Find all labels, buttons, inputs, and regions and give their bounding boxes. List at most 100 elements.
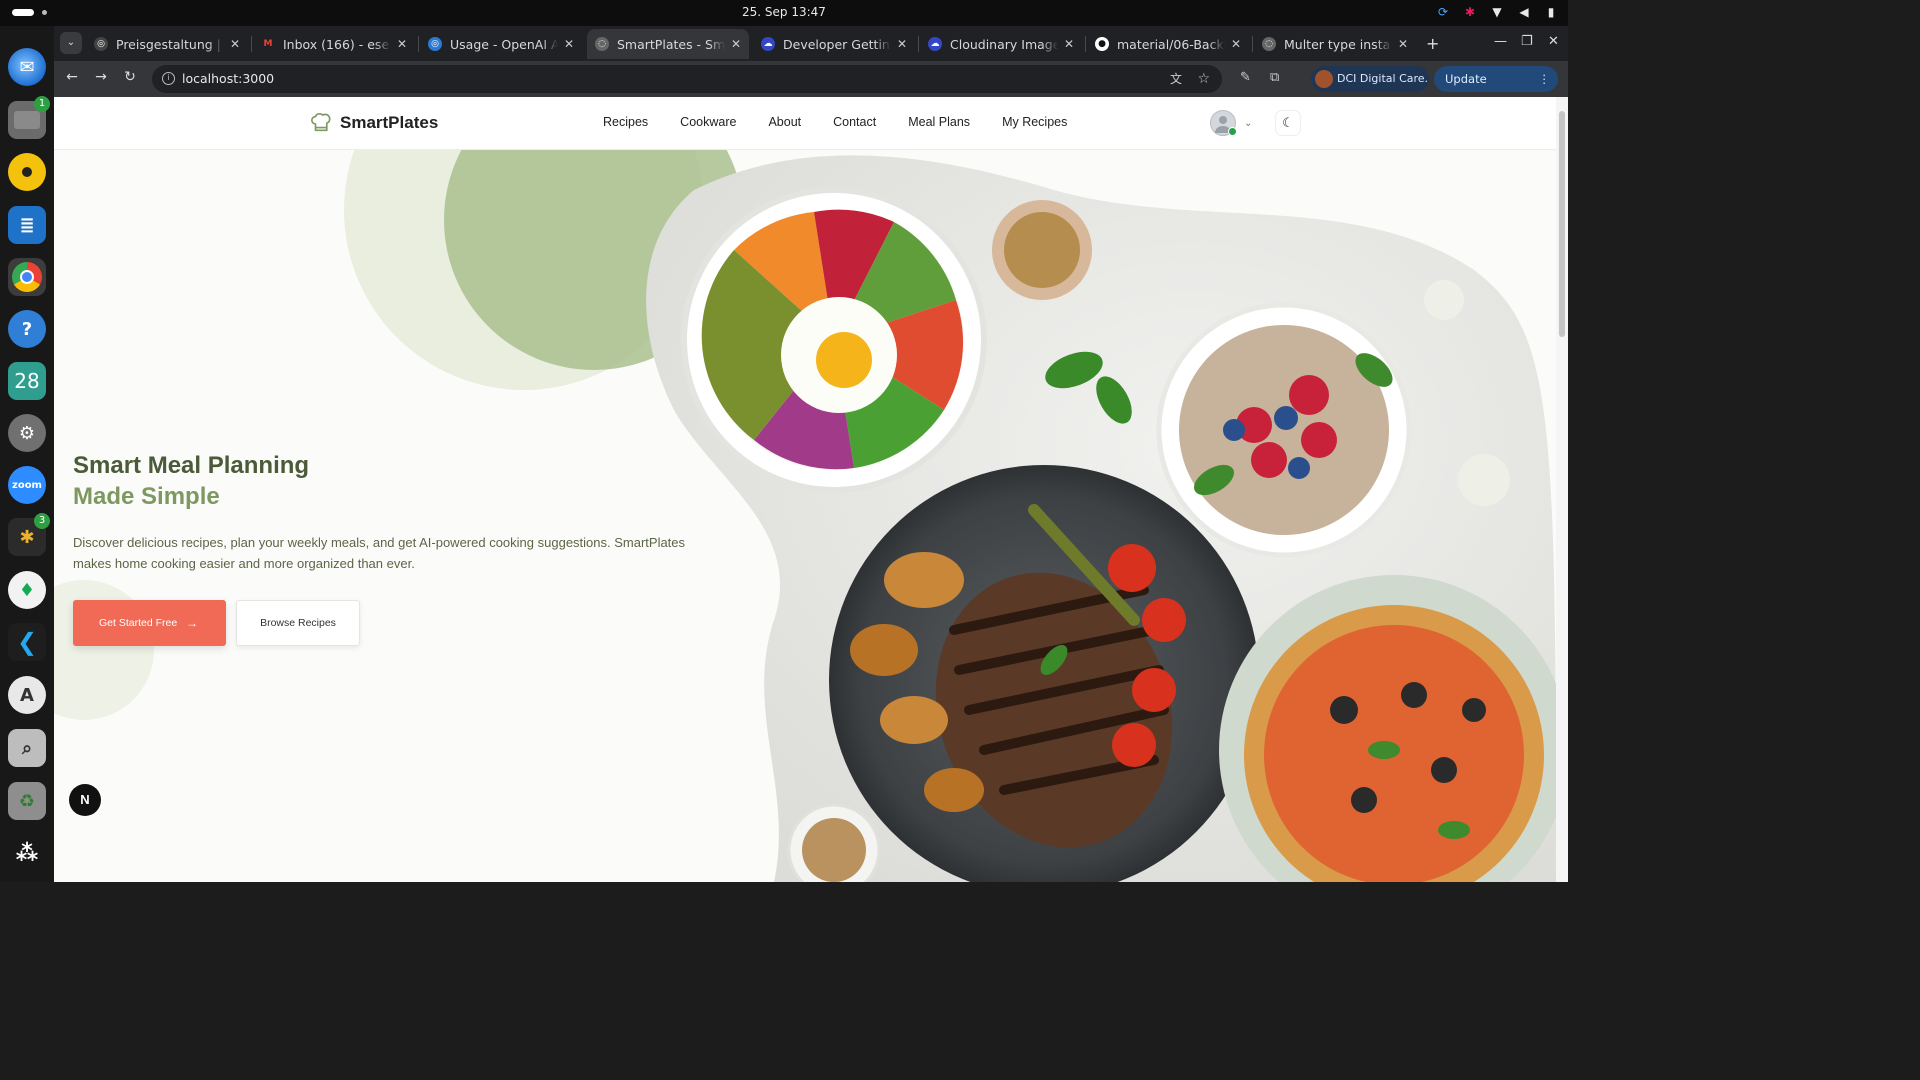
browser-tab[interactable]: ◎ Usage - OpenAI API ✕ bbox=[420, 29, 582, 59]
files-icon[interactable]: 1 bbox=[8, 96, 50, 139]
app-center-icon[interactable]: A bbox=[8, 676, 46, 714]
nav-recipes[interactable]: Recipes bbox=[603, 115, 648, 129]
nav-cookware[interactable]: Cookware bbox=[680, 115, 736, 129]
update-button[interactable]: Update abschließen ⋮ bbox=[1434, 66, 1558, 112]
hero-section: Smart Meal Planning Made Simple Discover… bbox=[54, 150, 1556, 882]
rhythmbox-icon[interactable] bbox=[8, 153, 46, 191]
close-tab-icon[interactable]: ✕ bbox=[230, 37, 240, 51]
bookmark-star-icon[interactable]: ☆ bbox=[1197, 65, 1210, 93]
browser-tab-active[interactable]: ◌ SmartPlates - Smart ✕ bbox=[587, 29, 749, 59]
browser-tab-strip: ⌄ ◎ Preisgestaltung | Op ✕ M Inbox (166)… bbox=[54, 26, 1568, 61]
chef-hat-icon bbox=[311, 113, 331, 132]
nav-meal-plans[interactable]: Meal Plans bbox=[908, 115, 970, 129]
back-icon[interactable]: ← bbox=[62, 69, 82, 85]
cloudinary-favicon-icon: ☁ bbox=[928, 37, 942, 51]
site-header: SmartPlates Recipes Cookware About Conta… bbox=[54, 97, 1556, 150]
browser-tab[interactable]: ● material/06-Backen ✕ bbox=[1087, 29, 1249, 59]
mongodb-compass-icon[interactable]: ♦ bbox=[8, 571, 46, 609]
sync-icon[interactable]: ⟳ bbox=[1436, 5, 1450, 19]
chrome-icon[interactable] bbox=[8, 258, 46, 296]
chevron-down-icon[interactable]: ⌄ bbox=[1244, 118, 1252, 129]
show-apps-icon[interactable]: ⁂ bbox=[8, 834, 46, 872]
brand-name: SmartPlates bbox=[340, 113, 439, 132]
writer-icon[interactable]: ≣ bbox=[8, 206, 46, 244]
system-tray[interactable]: ⟳ ✱ ▼ ◀ ▮ bbox=[1436, 5, 1558, 19]
vscode-icon[interactable]: ❮ bbox=[8, 623, 46, 661]
close-tab-icon[interactable]: ✕ bbox=[1398, 37, 1408, 51]
trash-icon[interactable]: ♻ bbox=[8, 782, 46, 820]
profile-chip[interactable]: DCI Digital Care... bbox=[1311, 66, 1429, 92]
get-started-button[interactable]: Get Started Free → bbox=[73, 600, 226, 646]
wifi-icon[interactable]: ▼ bbox=[1490, 5, 1504, 19]
eyedropper-extension-icon[interactable]: ✎ bbox=[1240, 70, 1251, 85]
main-menu: Recipes Cookware About Contact Meal Plan… bbox=[603, 115, 1067, 129]
kebab-menu-icon[interactable]: ⋮ bbox=[1539, 66, 1551, 92]
screenshot-icon[interactable]: ⌕ bbox=[8, 729, 46, 767]
openai-favicon-icon: ◎ bbox=[428, 37, 442, 51]
moon-icon: ☾ bbox=[1282, 116, 1294, 131]
clock[interactable]: 25. Sep 13:47 bbox=[0, 5, 1568, 19]
site-info-icon[interactable]: i bbox=[162, 72, 175, 85]
tab-divider bbox=[918, 36, 919, 52]
volume-icon[interactable]: ◀ bbox=[1517, 5, 1531, 19]
scrollbar-thumb[interactable] bbox=[1559, 111, 1565, 337]
hero-description: Discover delicious recipes, plan your we… bbox=[73, 535, 686, 571]
slack-tray-icon[interactable]: ✱ bbox=[1463, 5, 1477, 19]
slack-icon[interactable]: ✱ 3 bbox=[8, 513, 50, 556]
nav-about[interactable]: About bbox=[768, 115, 801, 129]
tab-divider bbox=[1085, 36, 1086, 52]
github-favicon-icon: ● bbox=[1095, 37, 1109, 51]
user-avatar[interactable] bbox=[1210, 110, 1237, 136]
translate-icon[interactable]: 文 bbox=[1170, 65, 1182, 93]
new-tab-icon[interactable]: + bbox=[1426, 34, 1439, 53]
browser-toolbar: ← → ↻ i localhost:3000 文 ☆ ✎ ⧉ DCI Digit… bbox=[54, 61, 1568, 112]
tab-divider bbox=[418, 36, 419, 52]
calendar-icon[interactable]: 28 bbox=[8, 362, 46, 400]
tab-divider bbox=[251, 36, 252, 52]
url-text: localhost:3000 bbox=[182, 71, 275, 86]
close-tab-icon[interactable]: ✕ bbox=[1231, 37, 1241, 51]
site-logo[interactable]: SmartPlates bbox=[310, 112, 438, 134]
close-tab-icon[interactable]: ✕ bbox=[397, 37, 407, 51]
settings-icon[interactable]: ⚙ bbox=[8, 414, 46, 452]
slack-badge: 3 bbox=[34, 513, 50, 529]
restore-icon[interactable]: ❐ bbox=[1521, 34, 1533, 49]
openai-favicon-icon: ◎ bbox=[94, 37, 108, 51]
nextjs-dev-badge[interactable]: N bbox=[69, 784, 101, 816]
gmail-favicon-icon: M bbox=[263, 39, 273, 49]
hero-title-line-1: Smart Meal Planning bbox=[73, 452, 310, 479]
browse-recipes-button[interactable]: Browse Recipes bbox=[236, 600, 360, 646]
address-bar[interactable]: i localhost:3000 文 ☆ bbox=[152, 65, 1222, 93]
zoom-icon[interactable]: zoom bbox=[8, 466, 46, 504]
dark-mode-toggle[interactable]: ☾ bbox=[1275, 110, 1301, 136]
page-scrollbar[interactable] bbox=[1556, 97, 1568, 882]
nav-my-recipes[interactable]: My Recipes bbox=[1002, 115, 1067, 129]
browser-tab[interactable]: ◎ Preisgestaltung | Op ✕ bbox=[86, 29, 248, 59]
browser-tab[interactable]: ☁ Developer Getting S ✕ bbox=[753, 29, 915, 59]
system-top-bar: 25. Sep 13:47 ⟳ ✱ ▼ ◀ ▮ bbox=[0, 0, 1568, 26]
browser-tab[interactable]: ◌ Multer type installa ✕ bbox=[1254, 29, 1416, 59]
files-badge: 1 bbox=[34, 96, 50, 112]
close-tab-icon[interactable]: ✕ bbox=[731, 37, 741, 51]
cloudinary-favicon-icon: ☁ bbox=[761, 37, 775, 51]
thunderbird-icon[interactable]: ✉ bbox=[8, 48, 46, 86]
minimize-icon[interactable]: — bbox=[1494, 34, 1507, 49]
nav-contact[interactable]: Contact bbox=[833, 115, 876, 129]
online-status-dot bbox=[1228, 127, 1237, 136]
user-menu[interactable]: ⌄ bbox=[1210, 110, 1252, 136]
browser-tab[interactable]: M Inbox (166) - ese.os ✕ bbox=[253, 29, 415, 59]
globe-favicon-icon: ◌ bbox=[1262, 37, 1276, 51]
close-tab-icon[interactable]: ✕ bbox=[1064, 37, 1074, 51]
reload-icon[interactable]: ↻ bbox=[120, 69, 140, 85]
close-tab-icon[interactable]: ✕ bbox=[564, 37, 574, 51]
forward-icon[interactable]: → bbox=[91, 69, 111, 85]
app-dock: ✉ 1 ≣ ? 28 ⚙ zoom ✱ 3 ♦ ❮ A ⌕ ♻ ⁂ bbox=[0, 26, 54, 882]
battery-icon[interactable]: ▮ bbox=[1544, 5, 1558, 19]
close-window-icon[interactable]: ✕ bbox=[1548, 34, 1559, 49]
help-icon[interactable]: ? bbox=[8, 310, 46, 348]
close-tab-icon[interactable]: ✕ bbox=[897, 37, 907, 51]
hero-title: Smart Meal Planning Made Simple bbox=[73, 450, 309, 512]
tab-search-button[interactable]: ⌄ bbox=[60, 32, 82, 54]
extensions-puzzle-icon[interactable]: ⧉ bbox=[1270, 70, 1279, 85]
browser-tab[interactable]: ☁ Cloudinary Image & ✕ bbox=[920, 29, 1082, 59]
